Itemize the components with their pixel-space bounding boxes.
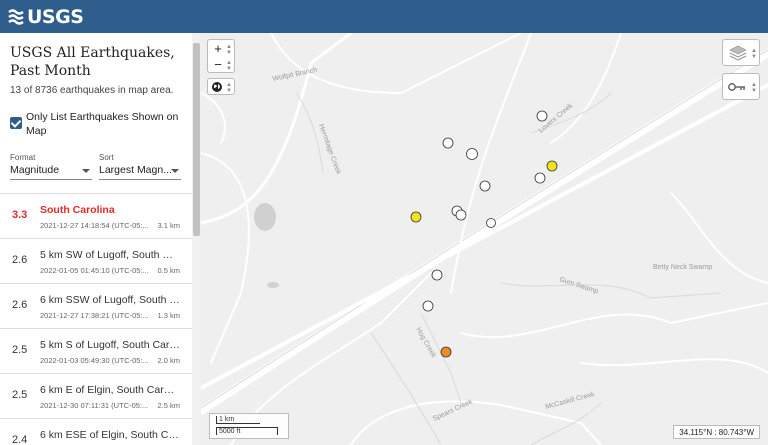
spinner-arrows-icon: ▲ ▼ bbox=[226, 82, 232, 94]
sort-label: Sort bbox=[99, 153, 114, 162]
stream bbox=[420, 312, 462, 404]
earthquake-magnitude: 2.4 bbox=[12, 434, 28, 445]
sort-value: Largest Magn... bbox=[99, 164, 172, 176]
earthquake-place: 6 km ESE of Elgin, South Caro... bbox=[40, 429, 180, 441]
earthquake-marker[interactable] bbox=[410, 211, 422, 223]
map-label: Wolfpit Branch bbox=[272, 67, 318, 83]
only-list-label[interactable]: Only List Earthquakes Shown on Map bbox=[26, 110, 188, 138]
map-label: McCaskill Creek bbox=[545, 391, 596, 411]
earthquake-time: 2021-12-27 17:38:21 (UTC-05:... bbox=[40, 311, 149, 320]
stream bbox=[530, 402, 602, 445]
format-label: Format bbox=[10, 153, 36, 162]
earthquake-magnitude: 2.5 bbox=[12, 389, 28, 401]
earthquake-place: 6 km E of Elgin, South Carolina bbox=[40, 384, 180, 396]
globe-icon bbox=[212, 82, 222, 92]
earthquake-marker[interactable] bbox=[440, 346, 452, 358]
earthquake-list-item[interactable]: 2.5 6 km E of Elgin, South Carolina 2021-1… bbox=[0, 373, 192, 418]
earthquake-marker[interactable] bbox=[486, 218, 496, 228]
spinner-arrows-icon: ▲ ▼ bbox=[751, 82, 757, 94]
earthquake-list-item[interactable]: 2.5 5 km S of Lugoff, South Caroli... 2022… bbox=[0, 328, 192, 373]
globe-button[interactable]: ▲ ▼ bbox=[207, 78, 235, 95]
earthquake-list: 3.3 South Carolina 2021-12-27 14:18:54 (UT… bbox=[0, 193, 192, 445]
earthquake-marker[interactable] bbox=[455, 209, 467, 221]
earthquake-distance: 0.5 km bbox=[157, 266, 180, 275]
earthquake-list-item[interactable]: 2.6 6 km SSW of Lugoff, South C... 2021-12… bbox=[0, 283, 192, 328]
logo-text: USGS bbox=[27, 6, 84, 28]
earthquake-place: 5 km S of Lugoff, South Caroli... bbox=[40, 339, 180, 351]
spinner-arrows-icon: ▲ ▼ bbox=[226, 60, 232, 72]
layers-icon bbox=[729, 45, 747, 61]
zoom-out-button[interactable]: − bbox=[208, 56, 228, 74]
spinner-arrows-icon: ▲ ▼ bbox=[226, 44, 232, 56]
earthquake-marker[interactable] bbox=[466, 148, 478, 160]
earthquake-place: 5 km SW of Lugoff, South Car... bbox=[40, 249, 180, 261]
pond bbox=[254, 203, 276, 231]
cursor-coordinates: 34.115°N : 80.743°W bbox=[673, 425, 760, 439]
highway bbox=[201, 49, 768, 415]
map-canvas[interactable]: Wolfpit Branch Hermitage Creek Lovers Cr… bbox=[201, 33, 768, 445]
road bbox=[270, 33, 522, 95]
map-scale: 1 km 5000 ft bbox=[209, 413, 289, 439]
scale-ft: 5000 ft bbox=[216, 427, 278, 435]
earthquake-marker[interactable] bbox=[479, 180, 491, 192]
earthquake-distance: 2.0 km bbox=[157, 356, 180, 365]
app-header: USGS bbox=[0, 0, 768, 33]
scale-km: 1 km bbox=[216, 416, 260, 424]
earthquake-count: 13 of 8736 earthquakes in map area. bbox=[10, 85, 174, 96]
road bbox=[550, 33, 622, 144]
stream bbox=[500, 282, 722, 299]
earthquake-distance: 2.5 km bbox=[157, 401, 180, 410]
earthquake-list-panel: USGS All Earthquakes, Past Month 13 of 8… bbox=[0, 33, 201, 445]
earthquake-time: 2021-12-30 07:11:31 (UTC-05:... bbox=[40, 401, 149, 410]
spinner-arrows-icon: ▲ ▼ bbox=[751, 48, 757, 60]
map-label: Hermitage Creek bbox=[317, 123, 342, 176]
road bbox=[201, 152, 250, 364]
format-select[interactable]: Magnitude bbox=[10, 164, 92, 180]
earthquake-magnitude: 2.5 bbox=[12, 344, 28, 356]
earthquake-time: 2022-01-03 05:49:30 (UTC-05:... bbox=[40, 356, 149, 365]
earthquake-marker[interactable] bbox=[431, 269, 443, 281]
format-value: Magnitude bbox=[10, 164, 60, 176]
road bbox=[450, 33, 532, 294]
earthquake-magnitude: 2.6 bbox=[12, 254, 28, 266]
earthquake-distance: 1.3 km bbox=[157, 311, 180, 320]
pond bbox=[267, 282, 279, 288]
map-label: Hog Creek bbox=[414, 327, 437, 360]
earthquake-time: 2021-12-27 14:18:54 (UTC-05:... bbox=[40, 221, 149, 230]
scrollbar-thumb[interactable] bbox=[193, 43, 200, 236]
key-icon bbox=[728, 83, 745, 91]
road bbox=[460, 302, 768, 339]
road bbox=[580, 358, 768, 374]
earthquake-marker[interactable] bbox=[536, 110, 548, 122]
legend-button[interactable]: ▲ ▼ bbox=[722, 73, 760, 100]
layers-button[interactable]: ▲ ▼ bbox=[722, 39, 760, 66]
usgs-logo[interactable]: USGS bbox=[8, 6, 84, 28]
map-label: Betty Neck Swamp bbox=[653, 264, 712, 271]
only-list-checkbox[interactable] bbox=[10, 117, 22, 129]
earthquake-magnitude: 3.3 bbox=[12, 209, 28, 221]
earthquake-place: 6 km SSW of Lugoff, South C... bbox=[40, 294, 180, 306]
earthquake-time: 2022-01-05 01:45:10 (UTC-05:... bbox=[40, 266, 149, 275]
road bbox=[350, 400, 602, 445]
railroad bbox=[201, 83, 768, 390]
earthquake-place: South Carolina bbox=[40, 204, 115, 216]
earthquake-marker[interactable] bbox=[534, 172, 546, 184]
panel-title: USGS All Earthquakes, Past Month bbox=[10, 45, 175, 79]
road bbox=[201, 92, 226, 144]
map-view[interactable]: Wolfpit Branch Hermitage Creek Lovers Cr… bbox=[201, 33, 768, 445]
chevron-down-icon bbox=[171, 169, 179, 173]
zoom-control: + − ▲ ▼ ▲ ▼ bbox=[207, 39, 235, 73]
usgs-wave-icon bbox=[8, 9, 24, 25]
earthquake-list-item[interactable]: 2.4 6 km ESE of Elgin, South Caro... bbox=[0, 418, 192, 445]
earthquake-magnitude: 2.6 bbox=[12, 299, 28, 311]
earthquake-list-item[interactable]: 2.6 5 km SW of Lugoff, South Car... 2022-0… bbox=[0, 238, 192, 283]
earthquake-marker[interactable] bbox=[422, 300, 434, 312]
chevron-down-icon bbox=[82, 169, 90, 173]
earthquake-list-item[interactable]: 3.3 South Carolina 2021-12-27 14:18:54 (UT… bbox=[0, 193, 192, 238]
earthquake-marker[interactable] bbox=[546, 160, 558, 172]
earthquake-distance: 3.1 km bbox=[157, 221, 180, 230]
earthquake-marker[interactable] bbox=[442, 137, 454, 149]
sort-select[interactable]: Largest Magn... bbox=[99, 164, 181, 180]
sidebar-scrollbar[interactable] bbox=[192, 33, 201, 445]
